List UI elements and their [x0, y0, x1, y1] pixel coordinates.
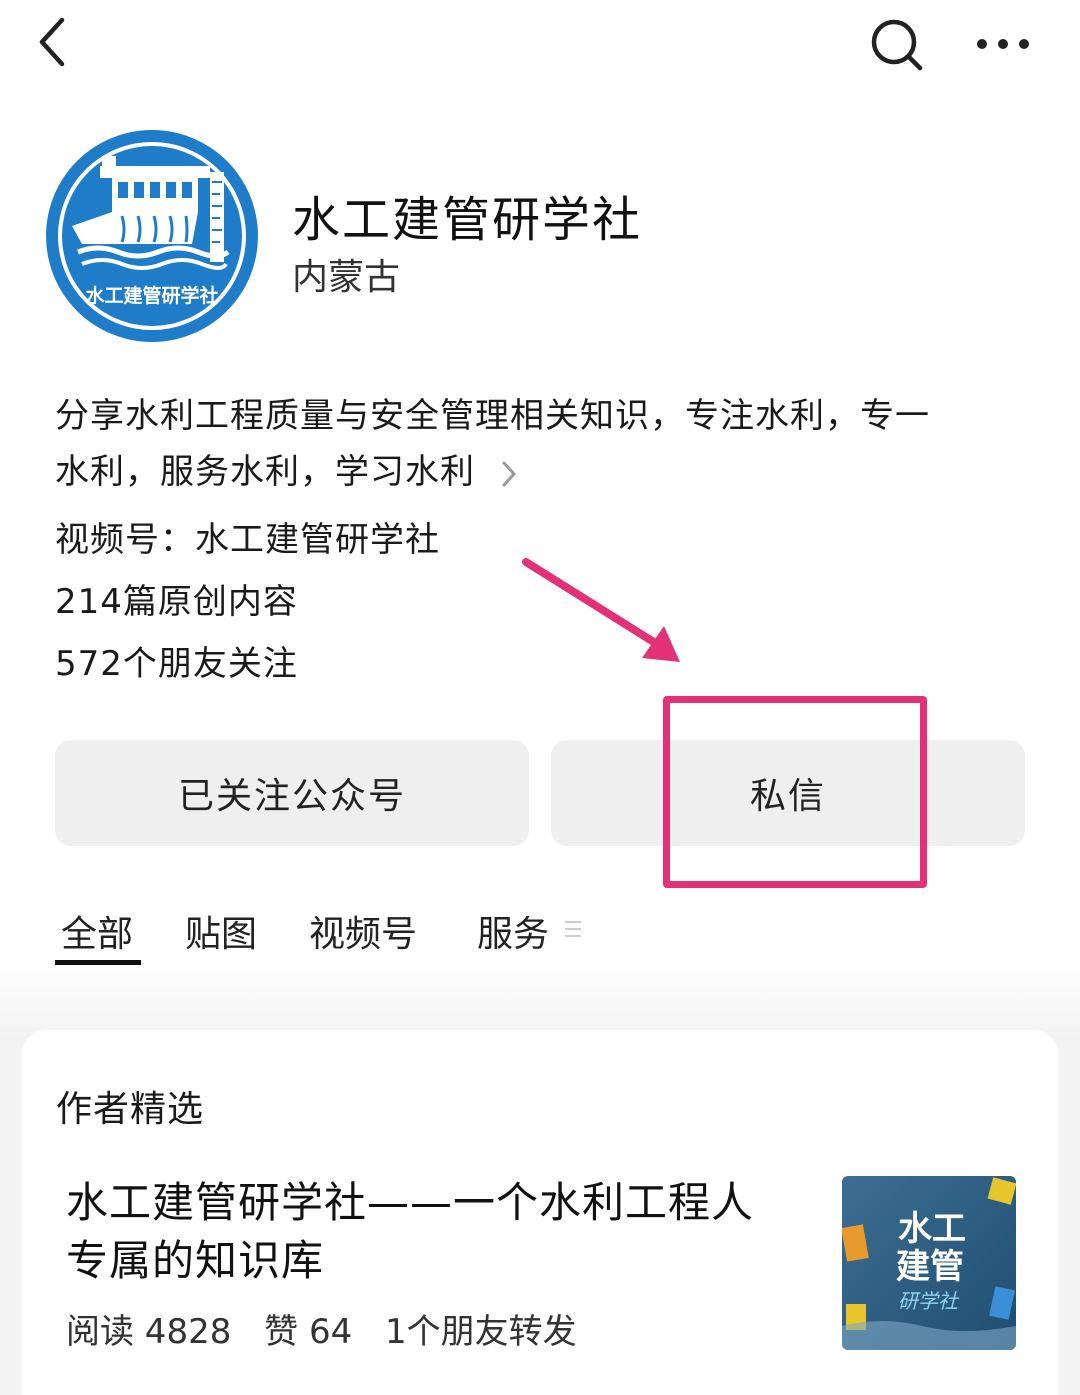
- article-title-line-1: 水工建管研学社——一个水利工程人: [66, 1178, 755, 1227]
- read-count: 阅读 4828: [66, 1312, 232, 1352]
- annotation-arrow-icon: [522, 558, 680, 662]
- description-line-1: 分享水利工程质量与安全管理相关知识，专注水利，专一: [55, 396, 930, 436]
- more-button[interactable]: [968, 14, 1038, 74]
- original-count[interactable]: 214篇原创内容: [55, 574, 298, 623]
- back-button[interactable]: [30, 14, 80, 70]
- logo-text: 水工建管研学社: [85, 284, 218, 307]
- article-title: 水工建管研学社——一个水利工程人 专属的知识库: [66, 1174, 826, 1290]
- article-title-line-2: 专属的知识库: [66, 1236, 325, 1285]
- account-region: 内蒙古: [292, 257, 401, 298]
- friends-following[interactable]: 572个朋友关注: [55, 636, 298, 685]
- account-name: 水工建管研学社: [292, 192, 643, 248]
- channel-link[interactable]: 视频号：水工建管研学社: [55, 512, 440, 561]
- chevron-right-icon: [502, 461, 516, 486]
- chevron-left-icon: [39, 17, 65, 67]
- description-line-2: 水利，服务水利，学习水利: [55, 444, 1035, 500]
- description-line-2-text: 水利，服务水利，学习水利: [55, 452, 475, 492]
- tab-all[interactable]: 全部: [61, 905, 133, 957]
- thumb-text-3: 研学社: [898, 1289, 960, 1313]
- tab-services[interactable]: 服务: [477, 905, 549, 957]
- account-profile-page: 水工建管研学社 水工建管研学社 内蒙古 分享水利工程质量与安全管理相关知识，专注…: [0, 0, 1080, 1395]
- dam-logo-icon: 水工建管研学社: [46, 130, 258, 342]
- friend-shares: 1个朋友转发: [385, 1312, 577, 1352]
- thumb-text-2: 建管: [896, 1247, 964, 1287]
- article-item[interactable]: 水工建管研学社——一个水利工程人 专属的知识库 阅读 4828 赞 64 1个朋…: [22, 1160, 1058, 1390]
- annotation-highlight-box: [663, 696, 927, 888]
- active-tab-underline: [55, 960, 141, 965]
- article-stats: 阅读 4828 赞 64 1个朋友转发: [66, 1304, 599, 1353]
- section-title: 作者精选: [56, 1089, 205, 1130]
- followed-button[interactable]: 已关注公众号: [55, 740, 529, 846]
- search-button[interactable]: [864, 12, 930, 78]
- account-description[interactable]: 分享水利工程质量与安全管理相关知识，专注水利，专一 水利，服务水利，学习水利: [55, 388, 1035, 500]
- featured-card: 作者精选 水工建管研学社——一个水利工程人 专属的知识库 阅读 4828 赞 6…: [22, 1030, 1058, 1395]
- article-thumbnail: 水工 建管 研学社: [842, 1176, 1016, 1350]
- thumbnail-image: 水工 建管 研学社: [842, 1176, 1016, 1350]
- search-icon: [871, 19, 923, 71]
- tab-channels[interactable]: 视频号: [309, 905, 417, 957]
- menu-icon: [565, 921, 581, 937]
- account-avatar[interactable]: 水工建管研学社: [42, 126, 262, 346]
- more-horizontal-icon: [977, 39, 1029, 49]
- thumb-text-1: 水工: [898, 1209, 966, 1249]
- top-bar: [0, 0, 1080, 90]
- like-count: 赞 64: [264, 1312, 353, 1352]
- tab-posts[interactable]: 贴图: [185, 905, 257, 957]
